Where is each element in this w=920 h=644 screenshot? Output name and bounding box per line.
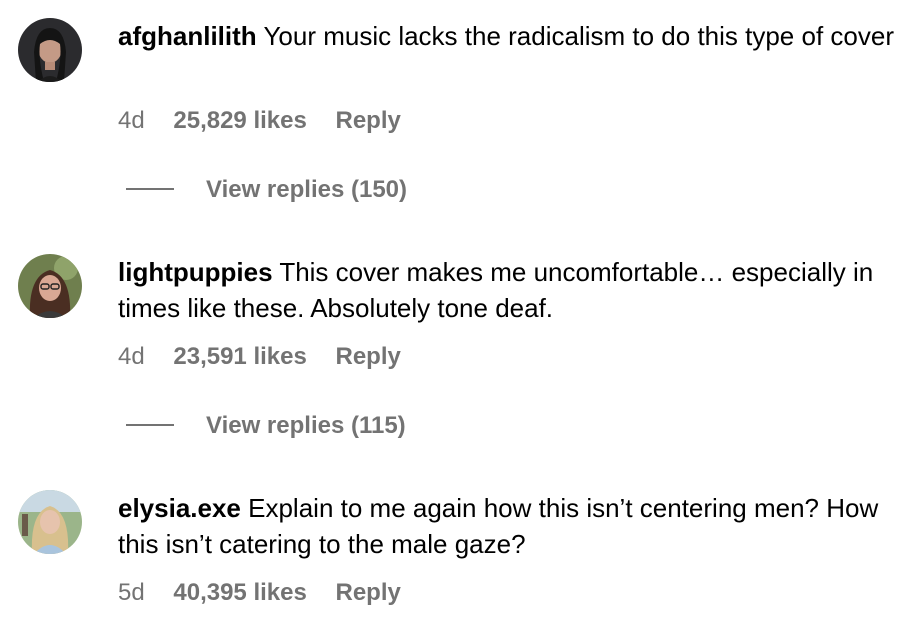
comment-username[interactable]: lightpuppies: [118, 257, 273, 287]
comment-meta: 5d 40,395 likes Reply: [118, 579, 423, 607]
avatar[interactable]: [18, 18, 82, 82]
view-replies-label: View replies (115): [206, 412, 406, 439]
likes-count[interactable]: 40,395 likes: [173, 579, 306, 606]
comment-meta: 4d 25,829 likes Reply: [118, 107, 423, 135]
comment-text: Your music lacks the radicalism to do th…: [263, 21, 894, 51]
reply-button[interactable]: Reply: [336, 107, 401, 134]
comment-age: 4d: [118, 107, 145, 134]
view-replies-button[interactable]: View replies (150): [126, 176, 407, 204]
reply-button[interactable]: Reply: [336, 343, 401, 370]
replies-divider-line: [126, 187, 174, 190]
view-replies-button[interactable]: View replies (115): [126, 412, 406, 440]
comment-username[interactable]: afghanlilith: [118, 21, 257, 51]
comment-meta: 4d 23,591 likes Reply: [118, 343, 423, 371]
replies-divider-line: [126, 423, 174, 426]
comment-body: lightpuppies This cover makes me uncomfo…: [118, 254, 898, 326]
comment-body: afghanlilith Your music lacks the radica…: [118, 18, 898, 54]
view-replies-label: View replies (150): [206, 176, 407, 203]
avatar[interactable]: [18, 490, 82, 554]
comment-age: 4d: [118, 343, 145, 370]
comment-username[interactable]: elysia.exe: [118, 493, 241, 523]
comment-body: elysia.exe Explain to me again how this …: [118, 490, 898, 562]
likes-count[interactable]: 25,829 likes: [173, 107, 306, 134]
avatar[interactable]: [18, 254, 82, 318]
reply-button[interactable]: Reply: [336, 579, 401, 606]
likes-count[interactable]: 23,591 likes: [173, 343, 306, 370]
comment-age: 5d: [118, 579, 145, 606]
